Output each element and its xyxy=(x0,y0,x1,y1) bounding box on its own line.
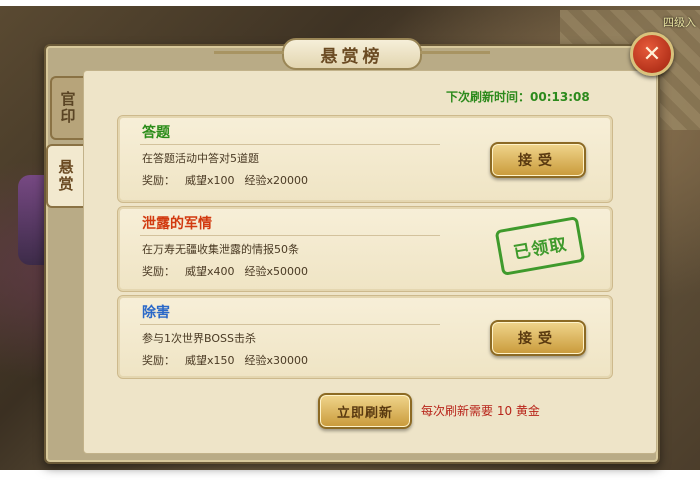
accept-button[interactable]: 接受 xyxy=(490,142,586,178)
refresh-timer-label: 下次刷新时间： xyxy=(446,90,531,104)
quest-title: 除害 xyxy=(142,305,170,321)
quest-description: 在万寿无疆收集泄露的情报50条 xyxy=(142,243,299,256)
panel-title: 悬赏榜 xyxy=(214,38,490,70)
close-button[interactable]: ✕ xyxy=(630,32,674,76)
refresh-timer-value: 00:13:08 xyxy=(530,90,590,104)
reward-fame: 威望x150 xyxy=(185,354,235,367)
divider xyxy=(140,324,440,325)
bottom-border xyxy=(0,470,700,490)
accept-button[interactable]: 接受 xyxy=(490,320,586,356)
divider xyxy=(140,235,440,236)
reward-label: 奖励： xyxy=(142,174,175,187)
quest-reward: 奖励： 威望x150 经验x30000 xyxy=(142,352,318,368)
refresh-now-button[interactable]: 立即刷新 xyxy=(318,393,412,429)
refresh-cost-note: 每次刷新需要 10 黄金 xyxy=(421,404,540,418)
quest-title: 泄露的军情 xyxy=(142,216,212,232)
quest-reward: 奖励： 威望x100 经验x20000 xyxy=(142,172,318,188)
reward-fame: 威望x400 xyxy=(185,265,235,278)
reward-exp: 经验x30000 xyxy=(244,354,309,367)
next-refresh-timer: 下次刷新时间：00:13:08 xyxy=(446,88,590,105)
reward-label: 奖励： xyxy=(142,354,175,367)
quest-card-intel: 泄露的军情 在万寿无疆收集泄露的情报50条 奖励： 威望x400 经验x50000 … xyxy=(117,206,613,292)
quest-description: 在答题活动中答对5道题 xyxy=(142,152,259,165)
reward-exp: 经验x20000 xyxy=(244,174,309,187)
divider xyxy=(140,144,440,145)
tab-bounty[interactable]: 悬赏 xyxy=(46,144,84,208)
quest-description: 参与1次世界BOSS击杀 xyxy=(142,332,256,345)
quest-card-exterminate: 除害 参与1次世界BOSS击杀 奖励： 威望x150 经验x30000 接受 xyxy=(117,295,613,379)
reward-label: 奖励： xyxy=(142,265,175,278)
quest-reward: 奖励： 威望x400 经验x50000 xyxy=(142,263,318,279)
tab-official-seal[interactable]: 官印 xyxy=(50,76,84,140)
quest-card-answer: 答题 在答题活动中答对5道题 奖励： 威望x100 经验x20000 接受 xyxy=(117,115,613,203)
corner-hud-text: 四级入 xyxy=(663,16,696,29)
close-icon: ✕ xyxy=(642,41,662,67)
quest-title: 答题 xyxy=(142,125,170,141)
claimed-stamp: 已领取 xyxy=(494,216,586,276)
top-border xyxy=(0,0,700,6)
reward-exp: 经验x50000 xyxy=(244,265,309,278)
reward-fame: 威望x100 xyxy=(185,174,235,187)
